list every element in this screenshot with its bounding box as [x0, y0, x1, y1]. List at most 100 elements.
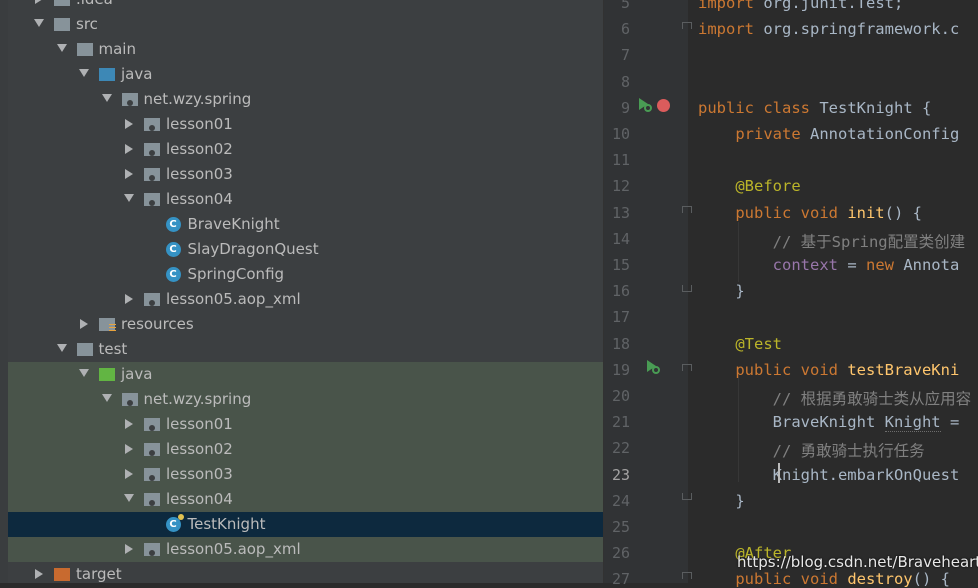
code-token: ;: [893, 0, 904, 12]
tree-item-folder[interactable]: lesson01: [8, 112, 603, 137]
tree-item-folder[interactable]: lesson02: [8, 137, 603, 162]
collapse-arrow-icon[interactable]: [34, 19, 44, 27]
code-line[interactable]: }: [698, 491, 745, 510]
package-icon: [144, 493, 160, 506]
collapse-arrow-icon[interactable]: [56, 344, 67, 352]
fold-marker-icon[interactable]: [682, 22, 692, 32]
tree-item-label: lesson04: [166, 190, 233, 208]
tree-item-folder[interactable]: lesson05.aop_xml: [8, 287, 603, 312]
tree-item-folder[interactable]: java: [8, 362, 603, 387]
tree-item-label: java: [121, 365, 153, 383]
folder-icon: [99, 68, 115, 81]
text-caret: [778, 463, 780, 483]
collapse-arrow-icon[interactable]: [56, 44, 67, 52]
code-line[interactable]: public void testBraveKni: [698, 361, 959, 379]
tree-item-folder[interactable]: src: [8, 12, 603, 37]
code-token: AnnotationConfig: [809, 125, 960, 143]
tree-item-folder[interactable]: .idea: [8, 0, 603, 12]
collapse-arrow-icon[interactable]: [101, 94, 112, 102]
tree-item-folder[interactable]: lesson04: [8, 187, 603, 212]
tree-item-folder[interactable]: lesson03: [8, 462, 603, 487]
collapse-arrow-icon[interactable]: [124, 494, 134, 502]
code-token: public void: [735, 203, 848, 222]
line-number: 26: [611, 544, 630, 563]
code-line[interactable]: }: [698, 282, 744, 300]
code-line[interactable]: import org.junit.Test;: [698, 0, 903, 12]
expand-arrow-icon[interactable]: [35, 0, 43, 4]
code-token: new: [865, 256, 904, 274]
run-test-method-icon[interactable]: [646, 360, 660, 374]
tree-item-folder[interactable]: net.wzy.spring: [8, 87, 603, 112]
expand-arrow-icon[interactable]: [125, 144, 133, 154]
tree-item-folder[interactable]: lesson01: [8, 412, 603, 437]
code-line[interactable]: private AnnotationConfig: [698, 125, 959, 143]
tree-item-label: net.wzy.spring: [143, 390, 252, 408]
tree-item-label: net.wzy.spring: [143, 90, 252, 108]
tree-item-folder[interactable]: lesson03: [8, 162, 603, 187]
tree-item-folder[interactable]: lesson02: [8, 437, 603, 462]
tree-item-label: lesson01: [166, 415, 233, 433]
tree-item-class[interactable]: C TestKnight: [8, 512, 603, 537]
folder-icon: [54, 0, 70, 6]
tree-item-label: SpringConfig: [187, 265, 285, 283]
tree-item-folder[interactable]: java: [8, 62, 603, 87]
expand-arrow-icon[interactable]: [80, 319, 88, 329]
folder-icon: [99, 318, 116, 333]
line-number: 13: [611, 203, 630, 222]
code-token: }: [698, 491, 745, 510]
expand-arrow-icon[interactable]: [125, 419, 133, 429]
code-line[interactable]: public class TestKnight {: [698, 99, 931, 117]
tree-item-folder[interactable]: lesson04: [8, 487, 603, 512]
code-line[interactable]: @Before: [698, 177, 800, 195]
tree-item-class[interactable]: C SpringConfig: [8, 262, 603, 287]
fold-marker-icon[interactable]: [682, 364, 692, 374]
tree-item-folder[interactable]: lesson05.aop_xml: [8, 537, 603, 562]
code-line[interactable]: public void init() {: [698, 204, 922, 222]
code-token: @Test: [735, 334, 782, 353]
collapse-arrow-icon[interactable]: [79, 69, 89, 77]
code-token: // 根据勇敢骑士类从应用容: [772, 390, 972, 408]
tree-item-folder[interactable]: test: [8, 337, 603, 362]
tree-item-label: test: [98, 340, 128, 358]
tree-item-folder[interactable]: target: [8, 562, 603, 583]
expand-arrow-icon[interactable]: [125, 169, 133, 179]
line-number: 20: [611, 387, 630, 405]
breakpoint-icon[interactable]: [657, 99, 670, 112]
code-line[interactable]: @Test: [698, 335, 782, 353]
expand-arrow-icon[interactable]: [125, 444, 133, 454]
tree-item-class[interactable]: C BraveKnight: [8, 212, 603, 237]
run-test-class-icon[interactable]: [638, 98, 652, 112]
tree-item-folder[interactable]: net.wzy.spring: [8, 387, 603, 412]
code-token: org.junit.: [763, 0, 857, 12]
code-line[interactable]: // 勇敢骑士执行任务: [698, 439, 925, 461]
collapse-arrow-icon[interactable]: [79, 369, 89, 377]
tree-item-folder[interactable]: resources: [8, 312, 603, 337]
code-line[interactable]: public void destroy() {: [698, 570, 950, 588]
line-number: 5: [620, 0, 630, 12]
collapse-arrow-icon[interactable]: [101, 394, 112, 402]
code-token: Annota: [903, 256, 960, 274]
expand-arrow-icon[interactable]: [125, 294, 133, 304]
code-line[interactable]: import org.springframework.c: [698, 20, 959, 38]
project-tree[interactable]: .idea srcmain java net.wzy.spring lesson01 le…: [8, 0, 603, 583]
code-token: init: [847, 203, 885, 222]
fold-end-icon[interactable]: [682, 490, 692, 500]
code-token: =: [837, 256, 866, 274]
expand-arrow-icon[interactable]: [125, 469, 133, 479]
line-number: 10: [611, 125, 630, 143]
line-number: 22: [611, 439, 630, 458]
collapse-arrow-icon[interactable]: [124, 194, 134, 202]
expand-arrow-icon[interactable]: [35, 569, 43, 579]
tree-item-folder[interactable]: main: [8, 37, 603, 62]
fold-end-icon[interactable]: [682, 282, 692, 292]
tree-item-label: lesson03: [166, 165, 233, 183]
code-token: public class: [698, 98, 820, 117]
folder-icon: [54, 18, 70, 31]
fold-marker-icon[interactable]: [682, 572, 692, 582]
fold-marker-icon[interactable]: [682, 206, 692, 216]
expand-arrow-icon[interactable]: [125, 119, 133, 129]
tree-item-class[interactable]: C SlayDragonQuest: [8, 237, 603, 262]
expand-arrow-icon[interactable]: [125, 544, 133, 554]
